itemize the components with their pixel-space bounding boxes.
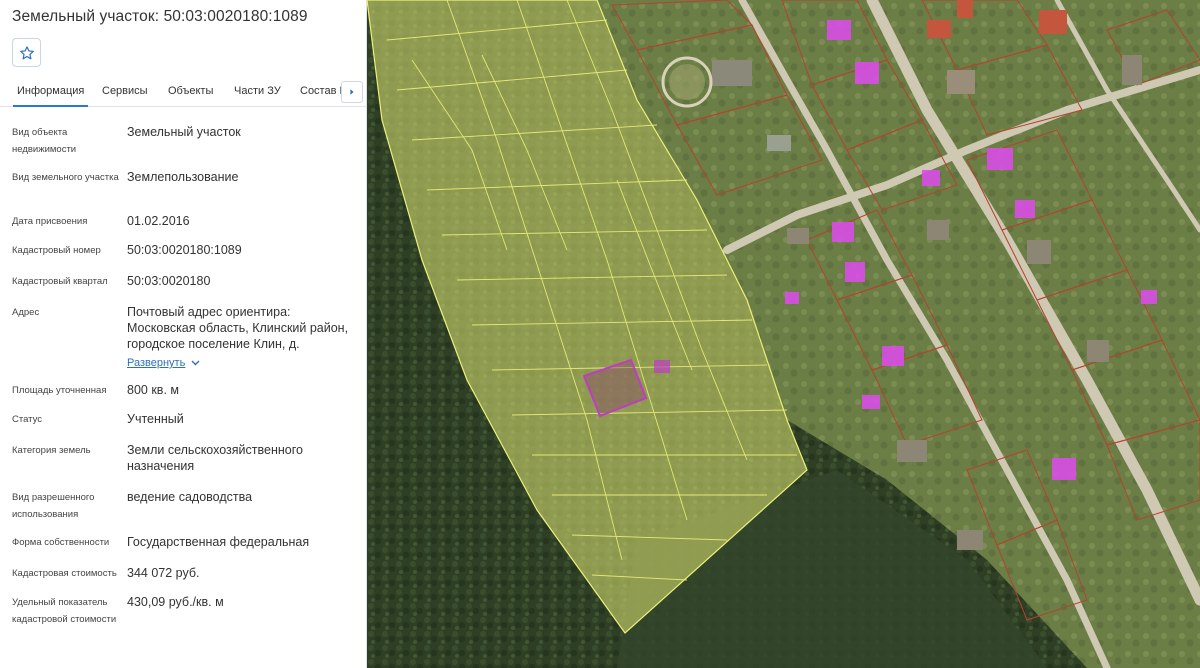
value-land-category: Земли сельскохозяйственного назначения: [127, 443, 303, 473]
tab-information[interactable]: Информация: [12, 85, 89, 107]
label-object-type: Вид объекта недвижимости: [12, 127, 77, 155]
value-cadastral-number: 50:03:0020180:1089: [127, 243, 242, 257]
label-land-category: Категория земель: [12, 445, 91, 456]
value-cadastral-value: 344 072 руб.: [127, 566, 200, 580]
value-assignment-date: 01.02.2016: [127, 214, 190, 228]
label-parcel-type: Вид земельного участка: [12, 172, 119, 183]
value-area: 800 кв. м: [127, 383, 179, 397]
value-specific-value: 430,09 руб./кв. м: [127, 595, 224, 609]
label-specific-value: Удельный показатель кадастровой стоимост…: [12, 597, 117, 625]
chevron-right-icon: [350, 89, 354, 95]
star-outline-icon: [19, 45, 34, 59]
label-permitted-use: Вид разрешенного использования: [12, 492, 95, 520]
value-parcel-type: Землепользование: [127, 170, 239, 184]
neighbor-highlight: [654, 360, 670, 373]
garden-lawn: [669, 64, 705, 100]
label-cadastral-number: Кадастровый номер: [12, 245, 101, 256]
value-object-type: Земельный участок: [127, 125, 241, 139]
label-assignment-date: Дата присвоения: [12, 216, 88, 227]
tab-objects[interactable]: Объекты: [168, 85, 213, 97]
tabs-scroll-right-button[interactable]: [341, 81, 363, 103]
info-panel: Земельный участок: 50:03:0020180:1089 Ин…: [0, 0, 367, 668]
label-address: Адрес: [12, 307, 40, 318]
favorite-button[interactable]: [12, 38, 41, 67]
label-ownership: Форма собственности: [12, 537, 110, 548]
label-cadastral-value: Кадастровая стоимость: [12, 568, 117, 579]
tab-bar: Информация Сервисы Объекты Части ЗУ Сост…: [0, 78, 366, 107]
value-cadastral-quarter: 50:03:0020180: [127, 274, 211, 288]
value-permitted-use: ведение садоводства: [127, 490, 253, 504]
map-view[interactable]: [367, 0, 1200, 668]
label-cadastral-quarter: Кадастровый квартал: [12, 276, 108, 287]
satellite-map[interactable]: [367, 0, 1200, 668]
label-status: Статус: [12, 414, 43, 425]
address-expand-link[interactable]: Развернуть: [127, 357, 200, 369]
page-title: Земельный участок: 50:03:0020180:1089: [12, 8, 308, 25]
label-area: Площадь уточненная: [12, 385, 107, 396]
value-ownership: Государственная федеральная: [127, 535, 310, 549]
tab-parcel-parts[interactable]: Части ЗУ: [234, 85, 281, 97]
tab-services[interactable]: Сервисы: [102, 85, 148, 97]
expand-label: Развернуть: [127, 357, 186, 369]
chevron-down-icon: [191, 357, 200, 369]
value-status: Учтенный: [127, 412, 184, 426]
value-address: Почтовый адрес ориентира: Московская обл…: [127, 305, 349, 351]
